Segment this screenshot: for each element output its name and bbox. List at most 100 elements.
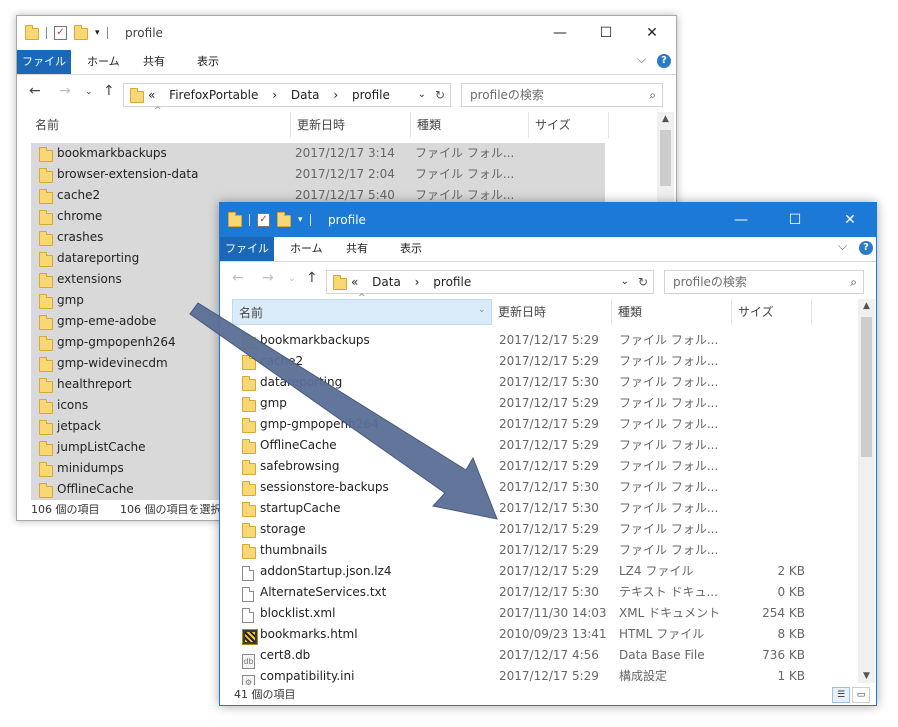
large-icons-view-button[interactable]: ▭ [852,687,870,703]
scroll-up-icon[interactable]: ▲ [657,114,674,124]
item-type: ファイル フォル... [619,396,719,410]
list-item[interactable]: startupCache 2017/12/17 5:30 ファイル フォル... [234,498,804,519]
list-item[interactable]: addonStartup.json.lz4 2017/12/17 5:29 LZ4 … [234,561,805,582]
item-name: gmp-eme-adobe [57,314,157,328]
list-item[interactable]: bookmarkbackups 2017/12/17 5:29 ファイル フォル..… [234,330,804,351]
address-dropdown-icon[interactable]: ⌄ [418,84,426,106]
address-bar[interactable]: « Data › profile ⌄ [326,270,634,294]
vertical-scrollbar[interactable]: ▲ ▼ [858,299,875,683]
maximize-button[interactable]: ☐ [772,203,818,237]
address-dropdown-icon[interactable]: ⌄ [621,271,629,293]
item-name: addonStartup.json.lz4 [260,564,392,578]
list-item[interactable]: OfflineCache 2017/12/17 5:29 ファイル フォル... [234,435,804,456]
column-size[interactable]: サイズ [529,112,609,138]
tab-share[interactable]: 共有 [346,237,368,261]
breadcrumb-profile[interactable]: profile [352,88,390,102]
close-button[interactable]: ✕ [827,203,873,237]
tab-home[interactable]: ホーム [290,237,323,261]
breadcrumb-separator[interactable]: › [333,88,338,102]
list-item[interactable]: browser-extension-data 2017/12/17 2:04 ファイ… [31,164,605,185]
help-icon[interactable]: ? [657,54,671,68]
list-item[interactable]: cache2 2017/12/17 5:29 ファイル フォル... [234,351,804,372]
breadcrumb-separator[interactable]: › [272,88,277,102]
tab-home[interactable]: ホーム [87,50,120,74]
scroll-thumb[interactable] [660,130,671,186]
help-icon[interactable]: ? [859,241,873,255]
properties-icon[interactable]: ✓ [257,213,270,227]
recent-locations-dropdown[interactable]: ⌄ [288,274,296,284]
list-item[interactable]: thumbnails 2017/12/17 5:29 ファイル フォル... [234,540,804,561]
new-folder-icon[interactable] [277,212,291,227]
maximize-button[interactable]: ☐ [583,16,629,50]
close-button[interactable]: ✕ [629,16,675,50]
list-item[interactable]: blocklist.xml 2017/11/30 14:03 XML ドキュメント 2… [234,603,805,624]
list-item[interactable]: db cert8.db 2017/12/17 4:56 Data Base File 7… [234,645,805,669]
list-item[interactable]: sessionstore-backups 2017/12/17 5:30 ファイル … [234,477,804,498]
forward-button[interactable]: → [262,270,274,286]
folder-icon [333,275,347,290]
tab-file[interactable]: ファイル [17,50,71,74]
title-bar[interactable]: ✓ ▾ profile — ☐ ✕ [220,203,876,237]
window-title: profile [125,26,163,40]
list-item[interactable]: bookmarkbackups 2017/12/17 3:14 ファイル フォル..… [31,143,605,164]
search-input[interactable]: profileの検索 ⌕ [664,270,864,294]
overflow-chevron[interactable]: « [351,275,358,289]
tab-share[interactable]: 共有 [143,50,165,74]
explorer-window-foreground[interactable]: ✓ ▾ profile — ☐ ✕ ファイル ホーム 共有 表示 ⌵ ? ← →… [219,202,877,706]
breadcrumb-data[interactable]: Data [291,88,320,102]
breadcrumb: « FirefoxPortable › Data › profile [148,84,400,106]
breadcrumb-firefoxportable[interactable]: FirefoxPortable [169,88,258,102]
item-name: OfflineCache [260,438,337,452]
search-input[interactable]: profileの検索 ⌕ [461,83,663,107]
separator [106,27,108,39]
column-size[interactable]: サイズ [732,299,812,325]
list-item[interactable]: datareporting 2017/12/17 5:30 ファイル フォル... [234,372,804,393]
item-name: startupCache [260,501,341,515]
column-type[interactable]: 種類 [612,299,732,325]
tab-view[interactable]: 表示 [400,237,422,261]
tab-file[interactable]: ファイル [220,237,274,261]
list-item[interactable]: gmp 2017/12/17 5:29 ファイル フォル... [234,393,804,414]
properties-icon[interactable]: ✓ [54,26,67,40]
refresh-button[interactable]: ↻ [633,270,654,294]
list-item[interactable]: storage 2017/12/17 5:29 ファイル フォル... [234,519,804,540]
sort-ascending-icon: ^ [154,106,162,116]
list-item[interactable]: safebrowsing 2017/12/17 5:29 ファイル フォル... [234,456,804,477]
address-bar[interactable]: « FirefoxPortable › Data › profile ⌄ [123,83,431,107]
breadcrumb-profile[interactable]: profile [433,275,471,289]
scroll-up-icon[interactable]: ▲ [858,301,875,311]
tab-view[interactable]: 表示 [197,50,219,74]
customize-dropdown-icon[interactable]: ▾ [298,215,303,225]
expand-ribbon-icon[interactable]: ⌵ [838,239,847,254]
back-button[interactable]: ← [29,83,41,99]
customize-dropdown-icon[interactable]: ▾ [95,28,100,38]
list-item[interactable]: AlternateServices.txt 2017/12/17 5:30 テキスト… [234,582,805,603]
new-folder-icon[interactable] [74,25,88,40]
breadcrumb-data[interactable]: Data [372,275,401,289]
expand-ribbon-icon[interactable]: ⌵ [637,52,646,67]
refresh-button[interactable]: ↻ [430,83,451,107]
overflow-chevron[interactable]: « [148,88,155,102]
column-type[interactable]: 種類 [411,112,529,138]
up-button[interactable]: ↑ [306,270,318,286]
up-button[interactable]: ↑ [103,83,115,99]
title-bar[interactable]: ✓ ▾ profile — ☐ ✕ [17,16,676,50]
search-icon[interactable]: ⌕ [850,271,857,293]
address-row: ← → ⌄ ↑ « Data › profile ⌄ ↻ profileの検索 … [220,263,876,299]
scroll-thumb[interactable] [861,317,872,457]
column-filter-dropdown-icon[interactable]: ⌄ [478,305,486,315]
recent-locations-dropdown[interactable]: ⌄ [85,87,93,97]
search-icon[interactable]: ⌕ [649,84,656,106]
details-view-button[interactable]: ☰ [832,687,850,703]
minimize-button[interactable]: — [537,16,583,50]
minimize-button[interactable]: — [718,203,764,237]
list-item[interactable]: gmp-gmpopenh264 2017/12/17 5:29 ファイル フォル..… [234,414,804,435]
column-date[interactable]: 更新日時 [492,299,612,325]
forward-button[interactable]: → [59,83,71,99]
scroll-down-icon[interactable]: ▼ [858,671,875,681]
breadcrumb-separator[interactable]: › [415,275,420,289]
column-date[interactable]: 更新日時 [291,112,411,138]
list-item[interactable]: bookmarks.html 2010/09/23 13:41 HTML ファイル 8… [234,624,805,645]
list-item[interactable]: ⚙ compatibility.ini 2017/12/17 5:29 構成設定 1 K… [234,666,805,690]
back-button[interactable]: ← [232,270,244,286]
